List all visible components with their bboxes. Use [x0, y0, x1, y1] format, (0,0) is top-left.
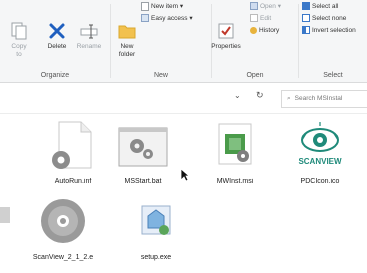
select-all-button[interactable]: Select all: [302, 2, 338, 12]
scanview-logo-text: SCANVIEW: [298, 157, 342, 166]
file-name: ScanView_2_1_2.e: [32, 254, 94, 261]
file-name: AutoRun.inf: [54, 178, 92, 185]
file-name: MWInst.msi: [216, 178, 254, 185]
mouse-cursor-icon: [180, 168, 190, 182]
history-button[interactable]: History: [250, 26, 279, 36]
delete-label: Delete: [47, 43, 67, 50]
settings-file-icon: [52, 121, 92, 169]
address-bar: ⌄ ↻ ⌕ Search MSInstal: [0, 83, 367, 114]
ribbon: Copy to Delete Rename Organize New folde…: [0, 0, 367, 83]
search-placeholder: Search MSInstal: [294, 95, 343, 102]
select-all-label: Select all: [312, 3, 339, 10]
open-group: Properties Open ▾ Edit History Open: [211, 0, 298, 82]
file-item[interactable]: SCANVIEW PDCIcon.ico: [285, 120, 355, 185]
rename-button[interactable]: Rename: [74, 22, 104, 51]
select-group: Select all Select none Invert selection …: [299, 0, 367, 82]
history-label: History: [259, 27, 280, 34]
new-folder-button[interactable]: New folder: [115, 22, 139, 59]
file-item[interactable]: MWInst.msi: [200, 120, 270, 185]
open-button[interactable]: Open ▾: [250, 2, 281, 12]
refresh-icon[interactable]: ↻: [256, 90, 264, 101]
disc-icon: [41, 199, 85, 243]
file-name: MSStart.bat: [124, 178, 162, 185]
rename-icon: [80, 24, 98, 39]
installer-package-icon: [218, 123, 252, 165]
new-group: New folder New item ▾ Easy access ▾ New: [111, 0, 211, 82]
new-item-label: New item: [151, 3, 179, 11]
file-item[interactable]: ScanView_2_1_2.e: [28, 196, 98, 261]
setup-exe-icon: [141, 205, 171, 235]
file-item[interactable]: MSStart.bat: [108, 120, 178, 185]
open-icon: [250, 2, 258, 11]
select-label: Select: [323, 72, 343, 79]
dropdown-arrow-icon: ▾: [189, 15, 193, 22]
address-dropdown-icon[interactable]: ⌄: [234, 91, 241, 100]
batch-file-icon: [118, 127, 168, 167]
select-none-icon: [302, 14, 310, 23]
invert-selection-button[interactable]: Invert selection: [302, 26, 356, 36]
open-label-group: Open: [246, 72, 264, 79]
easy-access-label: Easy access: [151, 15, 188, 22]
file-item[interactable]: AutoRun.inf: [38, 120, 108, 185]
file-name: setup.exe: [140, 254, 172, 261]
copy-to-button[interactable]: Copy to: [8, 22, 30, 59]
edit-icon: [250, 14, 258, 23]
invert-selection-label: Invert selection: [312, 27, 356, 34]
new-item-button[interactable]: New item ▾: [141, 2, 183, 12]
new-label: New: [153, 72, 168, 79]
properties-label: Properties: [211, 43, 241, 50]
search-icon: ⌕: [287, 95, 291, 102]
copy-to-icon: [11, 22, 27, 40]
file-name: PDCIcon.ico: [300, 178, 340, 185]
dropdown-arrow-icon: ▾: [277, 3, 281, 10]
new-item-icon: [141, 2, 149, 11]
delete-button[interactable]: Delete: [44, 22, 70, 51]
left-pane-edge: [0, 207, 10, 223]
new-folder-label: New folder: [118, 43, 136, 58]
open-label: Open: [260, 3, 276, 10]
select-none-button[interactable]: Select none: [302, 14, 346, 24]
easy-access-icon: [141, 14, 149, 23]
rename-label: Rename: [76, 43, 102, 50]
search-input[interactable]: ⌕ Search MSInstal: [281, 90, 367, 108]
history-icon: [250, 26, 257, 34]
invert-selection-icon: [302, 26, 310, 35]
copy-to-label: Copy to: [11, 43, 27, 58]
dropdown-arrow-icon: ▾: [179, 3, 184, 11]
select-all-icon: [302, 2, 310, 11]
file-item[interactable]: setup.exe: [121, 196, 191, 261]
edit-button[interactable]: Edit: [250, 14, 271, 24]
organize-label: Organize: [40, 72, 70, 79]
properties-button[interactable]: Properties: [206, 22, 246, 51]
organize-group: Copy to Delete Rename Organize: [0, 0, 110, 82]
delete-x-icon: [49, 23, 65, 39]
file-list: AutoRun.inf MSStart.bat MWInst.msi SCANV…: [0, 114, 367, 273]
easy-access-button[interactable]: Easy access ▾: [141, 14, 193, 24]
select-none-label: Select none: [312, 15, 347, 22]
folder-icon: [118, 25, 136, 39]
edit-label: Edit: [260, 15, 272, 22]
properties-checkmark-icon: [218, 23, 234, 39]
scanview-logo-icon: SCANVIEW: [298, 122, 342, 166]
